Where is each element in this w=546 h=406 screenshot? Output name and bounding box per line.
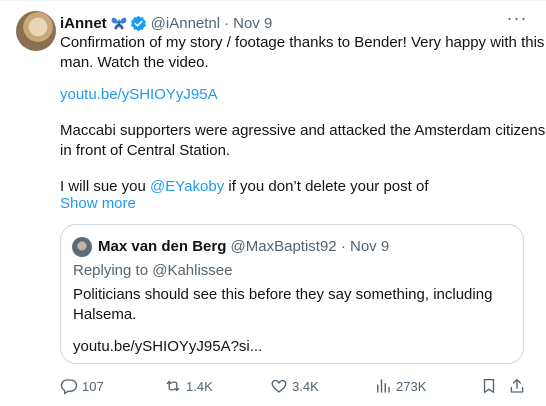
quoted-separator-dot: · <box>340 238 346 255</box>
share-icon <box>510 378 524 393</box>
quoted-text-line-1: Politicians should see this before they … <box>73 286 493 303</box>
quoted-tweet-date: Nov 9 <box>350 238 390 255</box>
quoted-video-link: youtu.be/ySHIOYyJ95A?si... <box>73 338 263 355</box>
more-options-button[interactable]: ··· <box>506 9 528 31</box>
heart-icon <box>271 379 287 393</box>
quoted-text-line-2: Halsema. <box>73 306 137 323</box>
quoted-tweet[interactable]: Max van den Berg @MaxBaptist92 · Nov 9 R… <box>60 224 524 364</box>
tweet[interactable]: iAnnet @iAnnetnl · Nov 9 ··· Confirmatio… <box>0 0 546 406</box>
repost-button[interactable]: 1.4K <box>164 373 213 399</box>
tweet-text-suffix: if you don’t delete your post of <box>224 178 429 195</box>
quoted-author-name: Max van den Berg <box>98 238 227 255</box>
repost-icon <box>166 380 180 392</box>
author-avatar[interactable] <box>16 11 56 51</box>
share-button[interactable] <box>508 373 530 399</box>
views-button[interactable]: 273K <box>374 373 426 399</box>
reply-icon <box>60 379 78 395</box>
tweet-text-prefix: I will sue you <box>60 178 151 195</box>
replying-to-label: Replying to @Kahlissee <box>73 262 233 279</box>
butterfly-icon <box>110 14 128 32</box>
quoted-tweet-text: Politicians should see this before they … <box>73 285 493 325</box>
quoted-author-handle: @MaxBaptist92 <box>230 238 337 255</box>
bookmark-icon <box>483 378 495 394</box>
like-button[interactable]: 3.4K <box>270 373 319 399</box>
separator-dot: · <box>224 14 230 32</box>
verified-badge-icon[interactable] <box>130 15 147 32</box>
views-count: 273K <box>396 378 427 394</box>
reply-count: 107 <box>82 378 104 394</box>
mention-link[interactable]: @EYakoby <box>150 178 224 195</box>
tweet-text-line-3: Maccabi supporters were agressive and at… <box>60 122 546 139</box>
author-name[interactable]: iAnnet <box>60 15 107 32</box>
quoted-author-avatar <box>72 237 92 257</box>
show-more-link[interactable]: Show more <box>60 194 136 214</box>
tweet-text-line-1: Confirmation of my story / footage thank… <box>60 34 545 51</box>
reply-button[interactable]: 107 <box>60 373 104 399</box>
tweet-video-link[interactable]: youtu.be/ySHIOYyJ95A <box>60 85 218 105</box>
tweet-header: iAnnet @iAnnetnl · Nov 9 <box>60 13 272 33</box>
quoted-tweet-header: Max van den Berg @MaxBaptist92 · Nov 9 <box>98 237 389 257</box>
tweet-text-line-4: in front of Central Station. <box>60 142 231 159</box>
tweet-date[interactable]: Nov 9 <box>233 15 272 32</box>
repost-count: 1.4K <box>186 378 213 394</box>
tweet-actions-bar: 107 1.4K 3.4K 273K <box>60 373 530 399</box>
like-count: 3.4K <box>292 378 319 394</box>
views-icon <box>377 379 390 393</box>
author-handle[interactable]: @iAnnetnl <box>151 15 220 32</box>
bookmark-button[interactable] <box>480 373 502 399</box>
tweet-text-line-2: man. Watch the video. <box>60 54 209 71</box>
